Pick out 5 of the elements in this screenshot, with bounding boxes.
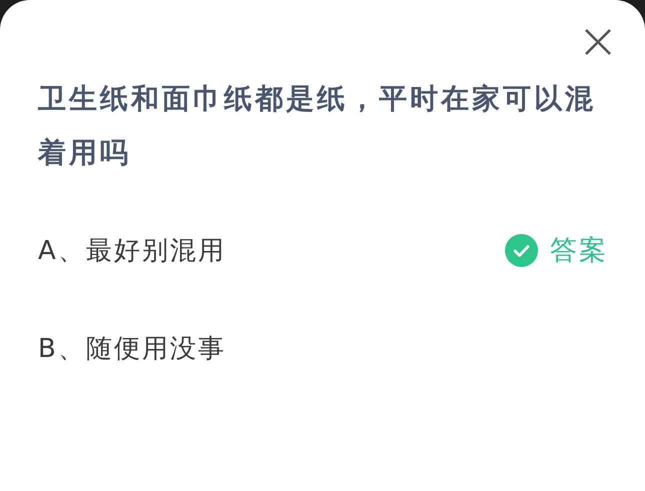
answer-option[interactable]: A、最好别混用 xyxy=(38,232,226,268)
answer-label: 答案 xyxy=(550,234,608,268)
question-text: 卫生纸和面巾纸都是纸，平时在家可以混着用吗 xyxy=(38,81,597,171)
close-icon[interactable] xyxy=(584,28,612,56)
answer-option[interactable]: B、随便用没事 xyxy=(38,330,226,366)
